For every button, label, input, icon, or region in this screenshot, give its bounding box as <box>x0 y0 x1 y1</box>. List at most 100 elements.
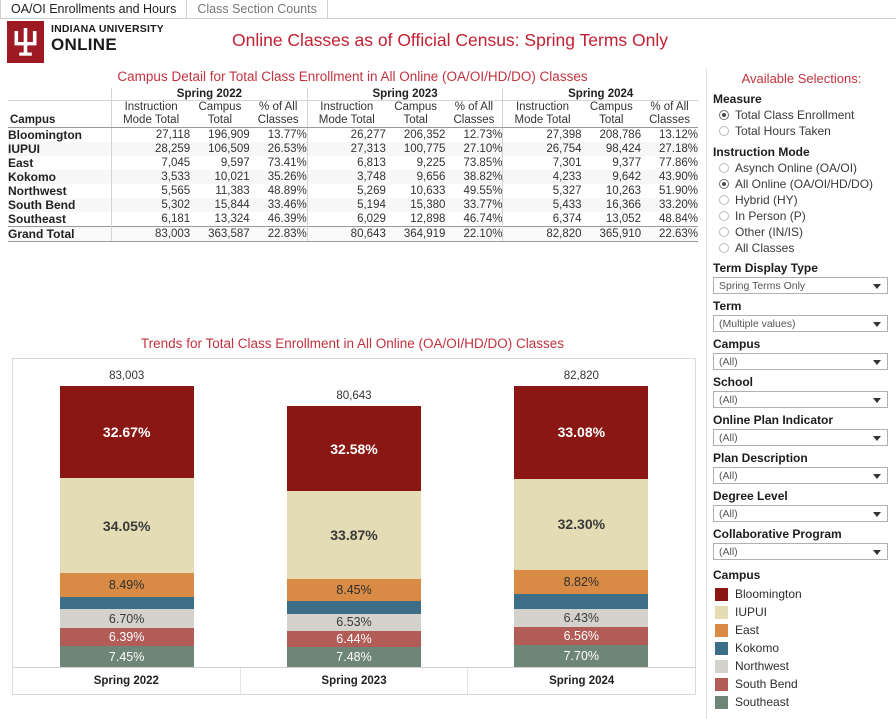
filter-dropdown-plan-description[interactable]: (All) <box>713 467 888 484</box>
bar-segment-southeast[interactable]: 7.70% <box>514 645 649 667</box>
cell-value: 5,433 <box>502 197 582 212</box>
legend-item-east[interactable]: East <box>707 621 896 639</box>
table-head: Spring 2022 Spring 2023 Spring 2024 Camp… <box>8 88 698 128</box>
cell-value: 6,181 <box>111 211 191 227</box>
chevron-down-icon[interactable] <box>873 435 881 441</box>
chevron-down-icon[interactable] <box>873 359 881 365</box>
bar-segment-south-bend[interactable]: 6.39% <box>59 628 194 647</box>
instruction-mode-option-0[interactable]: Asynch Online (OA/OI) <box>707 160 896 176</box>
bar-segment-kokomo[interactable] <box>287 601 421 614</box>
filter-dropdown-online-plan-indicator[interactable]: (All) <box>713 429 888 446</box>
header-line-2: Mode Total <box>514 113 571 126</box>
bar-segment-bloomington[interactable]: 33.08% <box>514 386 649 479</box>
bar-segment-east[interactable]: 8.49% <box>59 573 194 598</box>
column-header-instruction-mode-total: Instruction Mode Total <box>502 100 582 128</box>
bar-segment-iupui[interactable]: 34.05% <box>59 477 194 574</box>
tab-bar: OA/OI Enrollments and Hours Class Sectio… <box>0 0 896 19</box>
measure-group-label: Measure <box>713 92 762 106</box>
chevron-down-icon[interactable] <box>873 549 881 555</box>
brand-wordmark: INDIANA UNIVERSITY ONLINE <box>51 23 164 54</box>
bar-segment-bloomington[interactable]: 32.67% <box>59 386 194 478</box>
table-row: South Bend 5,302 15,844 33.46% 5,194 15,380 33… <box>8 197 698 212</box>
bar-segment-northwest[interactable]: 6.43% <box>514 608 649 627</box>
stacked-bar[interactable]: 32.58% 33.87% 8.45% 6.53% 6.44% 7.48% <box>287 406 421 667</box>
instruction-mode-option-1[interactable]: All Online (OA/OI/HD/DO) <box>707 176 896 192</box>
available-selections-panel: Available Selections: Measure Total Clas… <box>706 69 896 719</box>
chevron-down-icon[interactable] <box>873 511 881 517</box>
cell-value: 13.77% <box>267 128 307 141</box>
bar-segment-south-bend[interactable]: 6.44% <box>287 630 421 648</box>
cell-value: 83,003 <box>111 225 191 242</box>
radio-unselected-icon[interactable] <box>719 211 729 221</box>
filter-dropdown-collaborative-program[interactable]: (All) <box>713 543 888 560</box>
radio-selected-icon[interactable] <box>719 179 729 189</box>
bar-segment-bloomington[interactable]: 32.58% <box>287 406 421 492</box>
cell-value: 27,313 <box>306 141 386 156</box>
bar-segment-northwest[interactable]: 6.70% <box>59 609 194 629</box>
filter-dropdown-list: Term Display Type Spring Terms Only Term (M… <box>707 256 896 560</box>
cell-value: 7,045 <box>111 155 191 170</box>
instruction-mode-option-5[interactable]: All Classes <box>707 240 896 256</box>
filter-label-campus: Campus <box>713 337 761 351</box>
cell-value: 5,269 <box>306 183 386 198</box>
radio-unselected-icon[interactable] <box>719 195 729 205</box>
bar-segment-iupui[interactable]: 33.87% <box>287 491 421 580</box>
filter-dropdown-degree-level[interactable]: (All) <box>713 505 888 522</box>
cell-value: 11,383 <box>215 184 250 197</box>
radio-selected-icon[interactable] <box>719 110 729 120</box>
bar-total-label: 80,643 <box>336 390 372 402</box>
cell-value: 10,633 <box>410 184 446 197</box>
legend-item-bloomington[interactable]: Bloomington <box>707 585 896 603</box>
bar-segment-east[interactable]: 8.45% <box>287 579 421 602</box>
chevron-down-icon[interactable] <box>873 397 881 403</box>
measure-option-1[interactable]: Total Hours Taken <box>707 123 896 139</box>
header-line-1: Instruction <box>515 101 570 113</box>
dropdown-value: Spring Terms Only <box>719 279 806 292</box>
filter-dropdown-campus[interactable]: (All) <box>713 353 888 370</box>
header-line-2: Total <box>599 113 624 126</box>
chevron-down-icon[interactable] <box>873 321 881 327</box>
radio-unselected-icon[interactable] <box>719 227 729 237</box>
radio-unselected-icon[interactable] <box>719 243 729 253</box>
brand-line-1: INDIANA UNIVERSITY <box>51 23 164 35</box>
legend-color-swatch <box>715 695 728 709</box>
chevron-down-icon[interactable] <box>873 473 881 479</box>
legend-item-kokomo[interactable]: Kokomo <box>707 639 896 657</box>
bar-segment-south-bend[interactable]: 6.56% <box>514 626 649 646</box>
legend-item-northwest[interactable]: Northwest <box>707 657 896 675</box>
bar-segment-kokomo[interactable] <box>514 594 649 609</box>
header-line-1: Instruction <box>124 101 178 113</box>
tab-class-section-counts[interactable]: Class Section Counts <box>187 0 328 18</box>
filter-dropdown-school[interactable]: (All) <box>713 391 888 408</box>
bar-segment-southeast[interactable]: 7.45% <box>59 646 194 667</box>
bar-segment-iupui[interactable]: 32.30% <box>514 478 649 570</box>
x-axis-tick-label: Spring 2022 <box>13 668 241 694</box>
instruction-mode-option-2[interactable]: Hybrid (HY) <box>707 192 896 208</box>
bar-segment-northwest[interactable]: 6.53% <box>287 613 421 631</box>
stacked-bar[interactable]: 32.67% 34.05% 8.49% 6.70% 6.39% 7.45% <box>59 386 194 667</box>
legend-item-iupui[interactable]: IUPUI <box>707 603 896 621</box>
cell-value: 13.12% <box>658 128 698 141</box>
bar-segment-east[interactable]: 8.82% <box>514 569 649 595</box>
cell-value: 49.55% <box>463 184 503 197</box>
bar-segment-southeast[interactable]: 7.48% <box>287 647 421 667</box>
bar-segment-label: 32.67% <box>102 423 151 440</box>
legend-item-south-bend[interactable]: South Bend <box>707 675 896 693</box>
instruction-mode-option-4[interactable]: Other (IN/IS) <box>707 224 896 240</box>
campus-detail-table: Spring 2022 Spring 2023 Spring 2024 Camp… <box>8 88 698 242</box>
instruction-mode-option-3[interactable]: In Person (P) <box>707 208 896 224</box>
bar-segment-kokomo[interactable] <box>59 597 194 610</box>
chevron-down-icon[interactable] <box>873 283 881 289</box>
filter-dropdown-term-display-type[interactable]: Spring Terms Only <box>713 277 888 294</box>
legend-item-southeast[interactable]: Southeast <box>707 693 896 711</box>
radio-unselected-icon[interactable] <box>719 163 729 173</box>
filter-dropdown-term[interactable]: (Multiple values) <box>713 315 888 332</box>
cell-value: 4,233 <box>502 169 582 184</box>
measure-option-0[interactable]: Total Class Enrollment <box>707 107 896 123</box>
radio-unselected-icon[interactable] <box>719 126 729 136</box>
tab-oa-oi-enrollments-and-hours[interactable]: OA/OI Enrollments and Hours <box>0 0 188 18</box>
tab-label: Class Section Counts <box>197 2 317 16</box>
header-line-2: Classes <box>257 113 299 126</box>
column-header-instruction-mode-total: Instruction Mode Total <box>306 100 386 128</box>
stacked-bar[interactable]: 33.08% 32.30% 8.82% 6.43% 6.56% 7.70% <box>514 386 649 667</box>
